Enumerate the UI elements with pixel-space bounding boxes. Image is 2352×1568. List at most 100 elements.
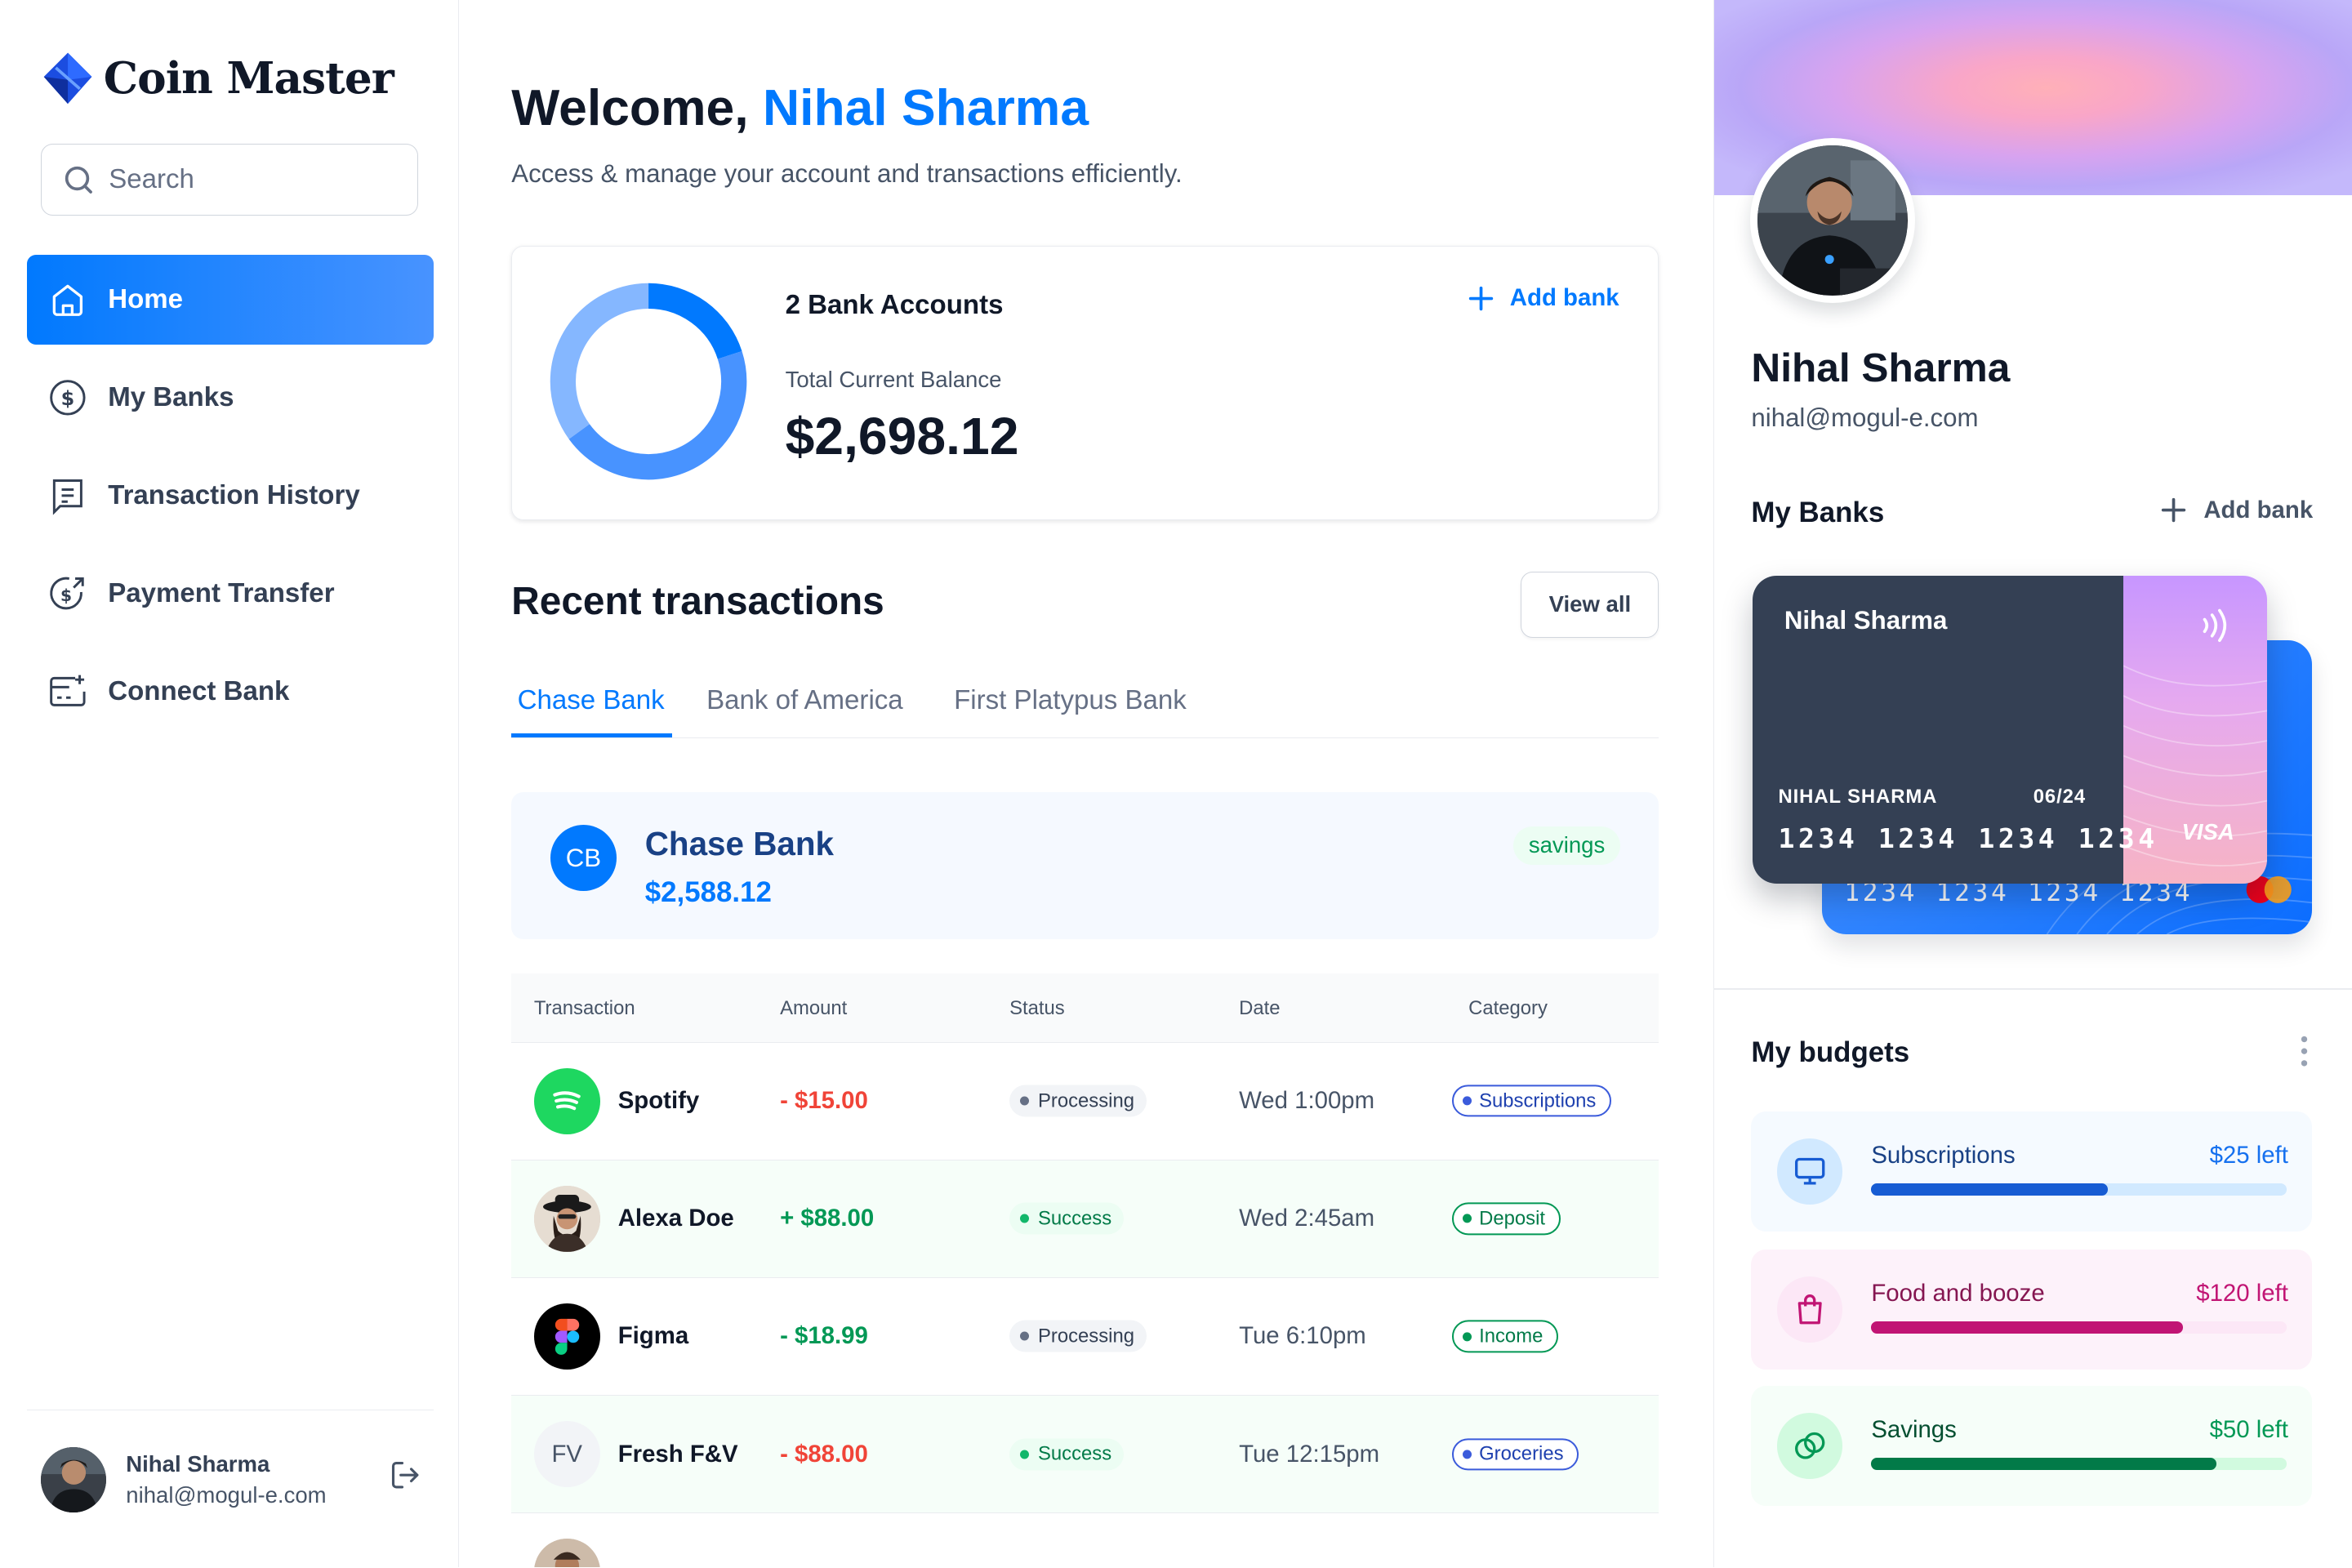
sidebar: Coin Master Home $ My Banks (0, 0, 460, 1568)
user-email: nihal@mogul-e.com (126, 1481, 327, 1508)
figma-icon (533, 1303, 600, 1370)
page-title: Welcome, Nihal Sharma (511, 78, 1089, 137)
monitor-icon (1794, 1158, 1825, 1185)
contactless-icon (2203, 608, 2226, 643)
column-header: Amount (780, 997, 848, 1020)
table-row[interactable]: Spotify - $15.00 Processing Wed 1:00pm S… (511, 1043, 1659, 1160)
category-badge: Groceries (1451, 1437, 1579, 1471)
bank-balance: $2,588.12 (644, 875, 772, 908)
shopping-bag-icon (1797, 1294, 1822, 1325)
transaction-date: Wed 2:45am (1239, 1205, 1375, 1232)
transaction-date: Wed 1:00pm (1239, 1087, 1375, 1115)
column-header: Status (1009, 997, 1065, 1020)
home-icon (52, 285, 82, 317)
total-balance-label: Total Current Balance (785, 367, 1002, 393)
main-content: Welcome, Nihal Sharma Access & manage yo… (459, 0, 1713, 1568)
greeting-name: Nihal Sharma (763, 78, 1089, 136)
money-send-icon: $ (50, 577, 84, 610)
budgets-title: My budgets (1751, 1036, 1910, 1069)
greeting-text: Welcome, (511, 78, 749, 136)
budget-progress-track (1871, 1183, 2287, 1196)
sidebar-item-payment-transfer[interactable]: $ Payment Transfer (27, 549, 434, 639)
search-icon (65, 166, 93, 194)
avatar (533, 1539, 600, 1568)
merchant-initials: FV (533, 1421, 600, 1488)
search-box[interactable] (40, 144, 419, 216)
budget-name: Food and booze (1871, 1279, 2045, 1307)
avatar[interactable] (40, 1446, 107, 1513)
my-banks-title: My Banks (1751, 496, 1885, 528)
sidebar-item-label: Payment Transfer (108, 578, 335, 609)
dollar-circle-icon: $ (49, 380, 86, 416)
sidebar-item-connect-bank[interactable]: Connect Bank (27, 647, 434, 737)
budget-progress-track (1871, 1458, 2287, 1470)
profile-name: Nihal Sharma (1751, 344, 2011, 390)
card-number: 1234 1234 1234 1234 (1778, 822, 2158, 854)
status-badge: Success (1009, 1202, 1124, 1235)
search-input[interactable] (109, 164, 379, 196)
account-type-badge: savings (1513, 826, 1620, 865)
profile-panel: Nihal Sharma nihal@mogul-e.com My Banks … (1713, 0, 2352, 1568)
transactions-table: Transaction Amount Status Date Category … (511, 973, 1659, 1568)
bank-summary[interactable]: CB Chase Bank $2,588.12 savings (511, 791, 1659, 939)
status-badge: Success (1009, 1438, 1124, 1471)
plus-icon (2161, 498, 2186, 523)
sidebar-item-home[interactable]: Home (27, 255, 434, 345)
table-row[interactable] (511, 1513, 1659, 1568)
table-header: Transaction Amount Status Date Category (511, 973, 1659, 1043)
budget-progress-fill (1871, 1458, 2216, 1470)
view-all-button[interactable]: View all (1521, 571, 1659, 638)
logo-icon (43, 52, 92, 104)
card-bank-label: Nihal Sharma (1784, 606, 1948, 635)
logout-icon[interactable] (389, 1459, 421, 1491)
more-vertical-icon[interactable] (2300, 1035, 2309, 1067)
table-row[interactable]: Alexa Doe + $88.00 Success Wed 2:45am De… (511, 1160, 1659, 1278)
budget-item-food-and-booze[interactable]: Food and booze $120 left (1751, 1249, 2313, 1370)
table-row[interactable]: FV Fresh F&V - $88.00 Success Tue 12:15p… (511, 1396, 1659, 1514)
sidebar-item-label: Home (108, 284, 184, 315)
budget-remaining: $120 left (2196, 1279, 2288, 1307)
budget-item-savings[interactable]: Savings $50 left (1751, 1386, 2313, 1507)
user-name: Nihal Sharma (126, 1451, 270, 1477)
add-bank-label: Add bank (1509, 284, 1619, 312)
transaction-date: Tue 6:10pm (1239, 1322, 1366, 1350)
profile-email: nihal@mogul-e.com (1751, 403, 1979, 433)
bank-count: 2 Bank Accounts (785, 290, 1004, 321)
tab-chase-bank[interactable]: Chase Bank (511, 685, 672, 737)
table-row[interactable]: Figma - $18.99 Processing Tue 6:10pm Inc… (511, 1278, 1659, 1396)
add-bank-button[interactable]: Add bank (2160, 497, 2313, 524)
bank-tabs: Chase Bank Bank of America First Platypu… (511, 670, 1659, 738)
transaction-amount: - $15.00 (780, 1087, 868, 1115)
profile-avatar[interactable] (1749, 137, 1915, 303)
balance-donut-chart (550, 283, 747, 480)
budget-name: Subscriptions (1871, 1141, 2016, 1169)
transaction-name: Fresh F&V (617, 1440, 738, 1468)
status-badge: Processing (1009, 1320, 1147, 1352)
budget-item-subscriptions[interactable]: Subscriptions $25 left (1751, 1111, 2313, 1232)
receipt-icon (52, 479, 82, 515)
add-bank-button[interactable]: Add bank (1468, 284, 1619, 312)
sidebar-user: Nihal Sharma nihal@mogul-e.com (27, 1410, 434, 1513)
coins-icon (1794, 1432, 1825, 1459)
avatar (533, 1185, 600, 1252)
svg-text:$: $ (60, 586, 72, 605)
category-badge: Deposit (1451, 1202, 1561, 1235)
transaction-amount: + $88.00 (780, 1205, 875, 1232)
sidebar-item-my-banks[interactable]: $ My Banks (27, 353, 434, 443)
tab-bank-of-america[interactable]: Bank of America (706, 685, 903, 733)
transaction-name: Spotify (617, 1087, 700, 1115)
tab-first-platypus-bank[interactable]: First Platypus Bank (954, 685, 1187, 733)
budget-progress-fill (1871, 1321, 2183, 1334)
app-logo[interactable]: Coin Master (41, 50, 394, 107)
card-holder: NIHAL SHARMA (1778, 786, 1938, 808)
sidebar-item-transaction-history[interactable]: Transaction History (27, 451, 434, 541)
budget-progress-track (1871, 1321, 2287, 1334)
sidebar-item-label: Connect Bank (108, 676, 290, 707)
bank-card-primary[interactable]: Nihal Sharma NIHAL SHARMA 06/24 1234 123… (1753, 576, 2268, 884)
sidebar-nav: Home $ My Banks Transaction History $ Pa… (27, 255, 434, 745)
column-header: Date (1239, 997, 1281, 1020)
app-name: Coin Master (103, 52, 394, 104)
transaction-amount: - $18.99 (780, 1322, 868, 1350)
transaction-name: Figma (617, 1322, 689, 1350)
sidebar-item-label: Transaction History (108, 480, 360, 511)
